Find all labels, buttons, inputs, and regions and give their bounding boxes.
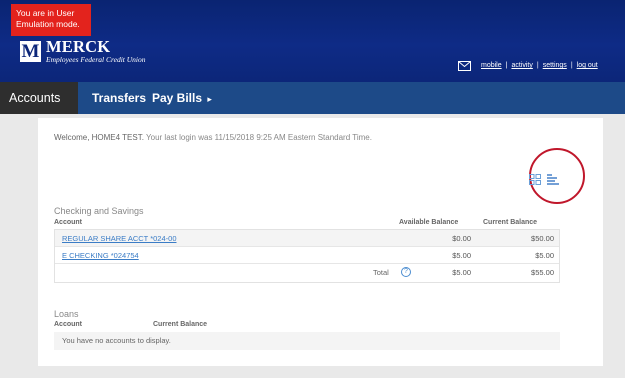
mail-icon[interactable]	[458, 61, 471, 71]
table-row: REGULAR SHARE ACCT *024-00 $0.00 $50.00	[55, 230, 559, 247]
column-header-current: Current Balance	[483, 219, 538, 226]
total-available: $5.00	[452, 268, 471, 277]
last-login-text: Your last login was 11/15/2018 9:25 AM E…	[143, 133, 372, 142]
mobile-link[interactable]: mobile	[481, 62, 502, 69]
checking-table: REGULAR SHARE ACCT *024-00 $0.00 $50.00 …	[54, 229, 560, 283]
list-view-icon[interactable]	[547, 174, 559, 185]
logout-link[interactable]: log out	[577, 62, 598, 69]
current-balance: $50.00	[531, 234, 554, 243]
total-label: Total	[373, 268, 389, 277]
tab-transfers[interactable]: Transfers	[92, 82, 146, 114]
accounts-panel: Welcome, HOME4 TEST. Your last login was…	[38, 118, 603, 366]
help-icon[interactable]: ?	[401, 267, 411, 277]
logo-letter: M	[21, 41, 40, 62]
tab-accounts[interactable]: Accounts	[0, 82, 78, 114]
loans-empty-message: You have no accounts to display.	[54, 332, 560, 350]
available-balance: $5.00	[452, 251, 471, 260]
total-row: Total ? $5.00 $55.00	[55, 264, 559, 282]
account-link-e-checking[interactable]: E CHECKING *024754	[62, 251, 139, 260]
welcome-name: Welcome, HOME4 TEST.	[54, 133, 144, 142]
tab-pay-bills[interactable]: Pay Bills ▸	[152, 82, 212, 114]
current-balance: $5.00	[535, 251, 554, 260]
available-balance: $0.00	[452, 234, 471, 243]
logo-icon[interactable]: M	[20, 41, 41, 62]
welcome-message: Welcome, HOME4 TEST. Your last login was…	[54, 133, 372, 142]
caret-right-icon: ▸	[207, 94, 212, 104]
grid-view-icon[interactable]	[529, 174, 541, 185]
brand-name: MERCK	[46, 37, 111, 56]
tab-transfers-label: Transfers	[92, 91, 147, 105]
site-header: You are in User Emulation mode. M MERCK …	[0, 0, 625, 82]
loans-header-account: Account	[54, 321, 82, 328]
top-links: mobile | activity | settings | log out	[481, 62, 598, 69]
loans-section-title: Loans	[54, 309, 79, 319]
activity-link[interactable]: activity	[511, 62, 532, 69]
tab-pay-bills-label: Pay Bills	[152, 91, 203, 105]
checking-section-title: Checking and Savings	[54, 206, 144, 216]
main-nav: Accounts Transfers Pay Bills ▸	[0, 82, 625, 114]
total-current: $55.00	[531, 268, 554, 277]
column-header-account: Account	[54, 219, 82, 226]
emulation-notice: You are in User Emulation mode.	[11, 4, 91, 36]
table-row: E CHECKING *024754 $5.00 $5.00	[55, 247, 559, 264]
settings-link[interactable]: settings	[543, 62, 567, 69]
column-header-available: Available Balance	[399, 219, 459, 226]
account-link-regular-share[interactable]: REGULAR SHARE ACCT *024-00	[62, 234, 177, 243]
loans-header-current: Current Balance	[153, 321, 208, 328]
tab-accounts-label: Accounts	[9, 91, 61, 105]
brand-subtitle: Employees Federal Credit Union	[46, 55, 146, 64]
